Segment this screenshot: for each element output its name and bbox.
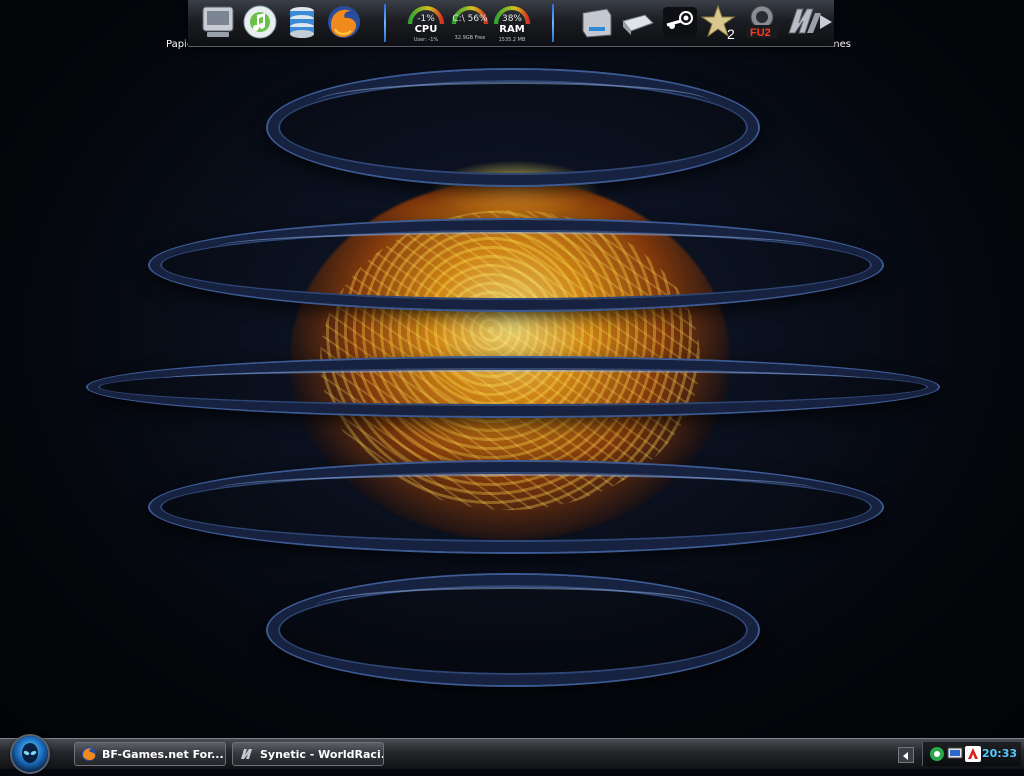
- app-icon: [241, 749, 252, 759]
- wallpaper-ring-4: [150, 462, 882, 552]
- wallpaper-ring-2: [150, 220, 882, 310]
- database-icon: [290, 7, 314, 38]
- wallpaper-ring-3: [88, 358, 938, 416]
- fu2-text: FU2: [750, 27, 771, 39]
- arrow-right-icon: [820, 15, 832, 29]
- cpu-gauge-sub: User: -1%: [413, 37, 439, 43]
- dock-bar: -1% CPU User: -1% C:\ 56% 32.9GB Free 38…: [188, 0, 834, 47]
- firefox-icon: [82, 747, 96, 761]
- antivirus-icon[interactable]: [965, 746, 981, 762]
- network-cable-icon: [622, 14, 654, 35]
- clock[interactable]: 20:33: [982, 747, 1017, 760]
- cpu-gauge-label: CPU: [414, 24, 438, 35]
- ram-gauge-label: RAM: [499, 24, 525, 35]
- dock-computer-button[interactable]: [198, 2, 238, 42]
- dock-database-button[interactable]: [282, 2, 322, 42]
- cpu-gauge[interactable]: -1% CPU User: -1%: [406, 2, 446, 44]
- taskbar-item-synetic[interactable]: Synetic - WorldRaci...: [232, 742, 384, 766]
- tray-expand-button[interactable]: [898, 747, 914, 763]
- disk-gauge-percent: C:\ 56%: [452, 14, 488, 24]
- network-status-icon[interactable]: [929, 746, 945, 762]
- itunes-icon: [243, 5, 277, 39]
- dock-fifa-button[interactable]: FU2: [742, 2, 782, 42]
- ram-gauge[interactable]: 38% RAM 1535.2 MB: [492, 2, 532, 44]
- ram-gauge-percent: 38%: [501, 14, 522, 24]
- taskbar: BF-Games.net For... Synetic - WorldRaci.…: [0, 736, 1024, 772]
- alien-logo-icon: [22, 743, 38, 763]
- ram-gauge-sub: 1535.2 MB: [498, 37, 526, 43]
- dock-separator-right: [552, 4, 554, 42]
- start-button[interactable]: [12, 736, 48, 772]
- dock-drive-button[interactable]: [576, 2, 616, 42]
- wallpaper-ring-1: [268, 70, 758, 185]
- dock-more-button[interactable]: [818, 2, 834, 42]
- disk-gauge[interactable]: C:\ 56% 32.9GB Free: [450, 2, 490, 44]
- dock-separator-left: [384, 4, 386, 42]
- computer-icon: [202, 6, 234, 37]
- cpu-gauge-percent: -1%: [417, 14, 435, 24]
- dock-star-button[interactable]: 2: [700, 2, 740, 42]
- chevron-left-icon: [903, 752, 908, 760]
- steam-icon: [663, 7, 697, 37]
- dock-itunes-button[interactable]: [240, 2, 280, 42]
- taskbar-item-firefox[interactable]: BF-Games.net For...: [74, 742, 226, 766]
- star-badge: 2: [727, 26, 735, 41]
- disk-gauge-sub: 32.9GB Free: [454, 35, 486, 41]
- dock-firefox-button[interactable]: [324, 2, 364, 42]
- wallpaper-ring-5: [268, 575, 758, 685]
- desktop: Papierkorb Games: [0, 0, 1024, 738]
- drive-icon: [582, 8, 612, 38]
- taskbar-item-label: BF-Games.net For...: [102, 747, 224, 761]
- star-icon: 2: [701, 4, 736, 41]
- firefox-icon: [328, 6, 360, 38]
- display-icon[interactable]: [947, 746, 963, 762]
- dock-steam-button[interactable]: [660, 2, 700, 42]
- dock-network-button[interactable]: [618, 2, 658, 42]
- taskbar-item-label: Synetic - WorldRaci...: [260, 747, 384, 761]
- system-tray: 20:33: [922, 742, 1021, 766]
- fifa-icon: FU2: [746, 5, 778, 39]
